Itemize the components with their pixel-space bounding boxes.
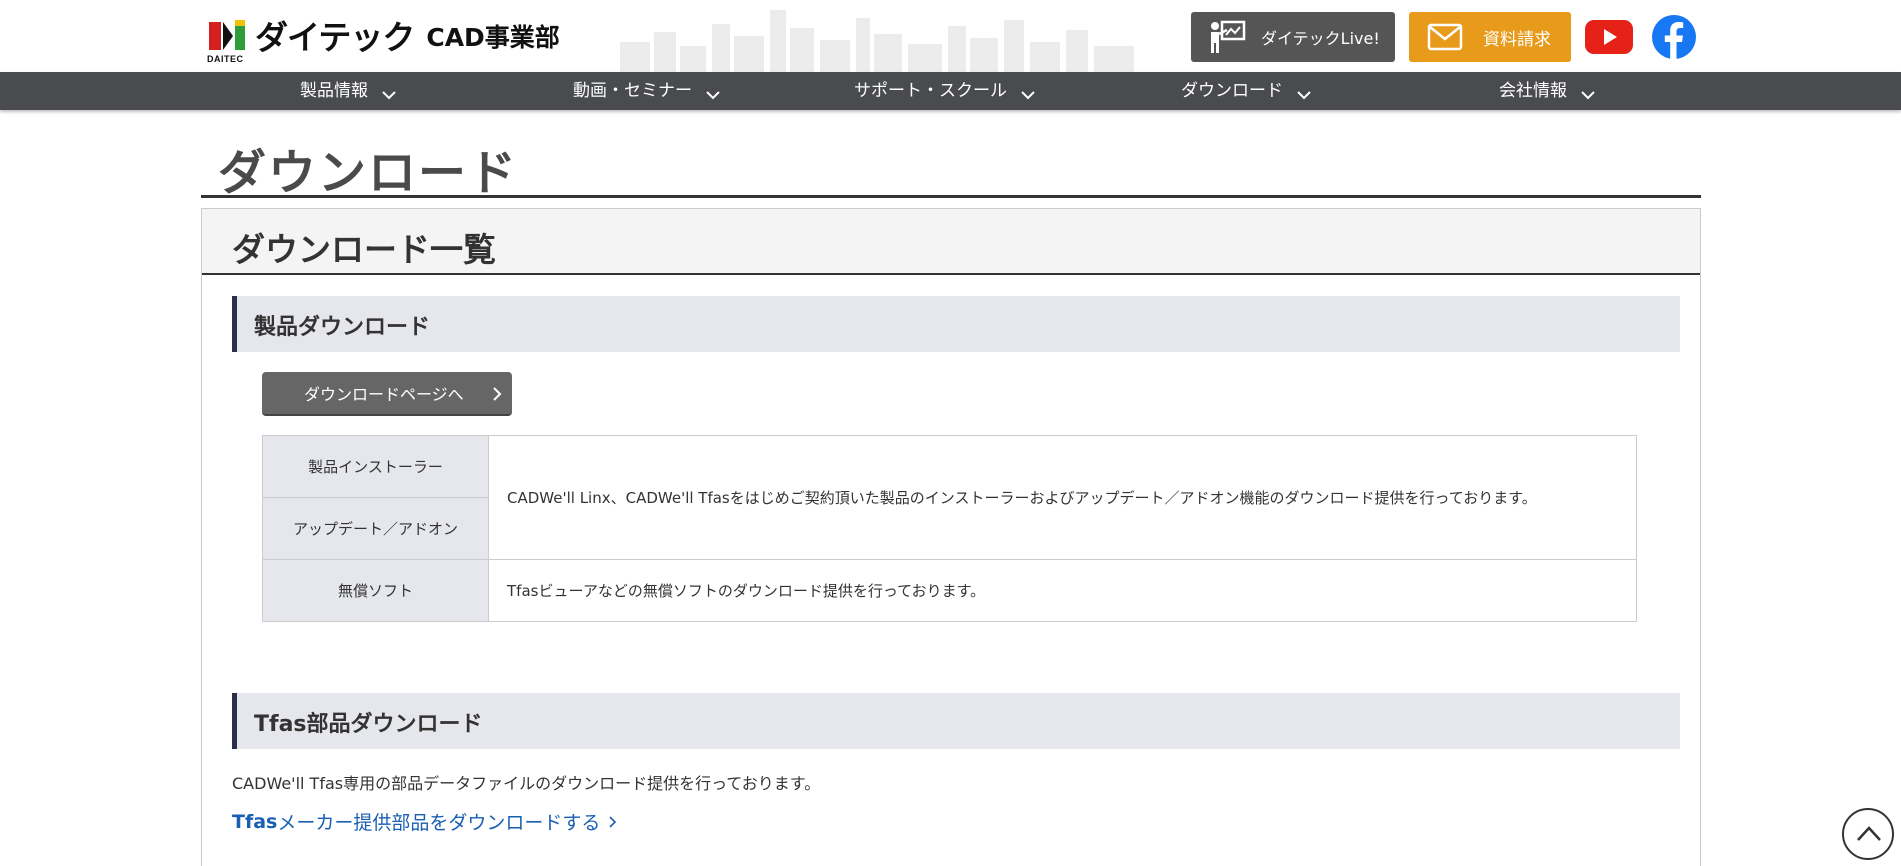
chevron-down-icon bbox=[382, 91, 396, 100]
daitec-logo-mark bbox=[209, 20, 245, 50]
chevron-up-icon bbox=[1857, 826, 1881, 841]
download-list-panel: ダウンロード一覧 製品ダウンロード ダウンロードページへ 製品インストーラー C… bbox=[201, 208, 1701, 866]
link-bold-text: Tfas bbox=[232, 810, 278, 833]
page-title: ダウンロード bbox=[218, 145, 519, 201]
request-documents-button[interactable]: 資料請求 bbox=[1409, 12, 1571, 62]
nav-item-label: 動画・セミナー bbox=[573, 81, 692, 101]
download-page-button[interactable]: ダウンロードページへ bbox=[262, 372, 512, 416]
presenter-icon bbox=[1211, 20, 1246, 53]
section-title: 製品ダウンロード bbox=[254, 315, 431, 340]
nav-item-label: 製品情報 bbox=[300, 81, 368, 101]
nav-item-label: ダウンロード bbox=[1181, 81, 1283, 101]
chevron-down-icon bbox=[1297, 91, 1311, 100]
back-to-top-button[interactable] bbox=[1842, 808, 1894, 860]
site-logo[interactable]: DAITEC ダイテック CAD事業部 bbox=[207, 18, 560, 64]
panel-title: ダウンロード一覧 bbox=[232, 230, 496, 269]
live-button-label: ダイテックLive! bbox=[1261, 29, 1380, 48]
chevron-down-icon bbox=[1021, 91, 1035, 100]
table-key-cell: 製品インストーラー bbox=[262, 435, 489, 498]
chevron-right-icon bbox=[609, 815, 617, 828]
table-key-cell: 無償ソフト bbox=[262, 559, 489, 622]
youtube-icon[interactable] bbox=[1585, 20, 1633, 54]
facebook-icon[interactable] bbox=[1652, 15, 1696, 59]
tfas-description: CADWe'll Tfas専用の部品データファイルのダウンロード提供を行っており… bbox=[232, 774, 821, 793]
nav-item-label: サポート・スクール bbox=[854, 81, 1007, 101]
product-download-table: 製品インストーラー CADWe'll Linx、CADWe'll Tfasをはじ… bbox=[262, 435, 1637, 622]
tfas-parts-download-link[interactable]: Tfas メーカー提供部品をダウンロードする bbox=[232, 808, 617, 835]
nav-item-company[interactable]: 会社情報 bbox=[1499, 72, 1595, 110]
section-heading-product-download: 製品ダウンロード bbox=[232, 296, 1680, 352]
chevron-down-icon bbox=[1581, 91, 1595, 100]
global-nav: 製品情報 動画・セミナー サポート・スクール ダウンロード 会社情報 bbox=[0, 72, 1901, 110]
download-page-button-label: ダウンロードページへ bbox=[304, 385, 464, 404]
table-value-cell: Tfasビューアなどの無償ソフトのダウンロード提供を行っております。 bbox=[488, 559, 1637, 622]
chevron-right-icon bbox=[493, 387, 502, 401]
site-header: DAITEC ダイテック CAD事業部 ダイテックLive! 資料請求 bbox=[0, 0, 1901, 72]
nav-item-videos-seminars[interactable]: 動画・セミナー bbox=[573, 72, 720, 110]
nav-item-label: 会社情報 bbox=[1499, 81, 1567, 101]
link-text: メーカー提供部品をダウンロードする bbox=[277, 812, 601, 834]
panel-header: ダウンロード一覧 bbox=[202, 209, 1700, 275]
nav-item-download[interactable]: ダウンロード bbox=[1181, 72, 1311, 110]
skyline-decoration bbox=[620, 10, 1134, 72]
table-row: 製品インストーラー CADWe'll Linx、CADWe'll Tfasをはじ… bbox=[262, 435, 1637, 560]
mail-icon bbox=[1427, 23, 1463, 51]
table-row: 無償ソフト Tfasビューアなどの無償ソフトのダウンロード提供を行っております。 bbox=[262, 559, 1637, 622]
logo-text: ダイテック bbox=[255, 18, 415, 57]
table-key-cell: アップデート／アドオン bbox=[262, 497, 489, 560]
title-divider bbox=[201, 195, 1701, 198]
section-title: Tfas部品ダウンロード bbox=[254, 712, 483, 737]
table-value-cell: CADWe'll Linx、CADWe'll Tfasをはじめご契約頂いた製品の… bbox=[488, 435, 1637, 560]
daitec-live-button[interactable]: ダイテックLive! bbox=[1191, 12, 1395, 62]
section-heading-tfas-parts: Tfas部品ダウンロード bbox=[232, 693, 1680, 749]
request-button-label: 資料請求 bbox=[1483, 29, 1551, 50]
nav-item-support-school[interactable]: サポート・スクール bbox=[854, 72, 1035, 110]
chevron-down-icon bbox=[706, 91, 720, 100]
logo-subtitle: CAD事業部 bbox=[426, 23, 560, 52]
logo-small-text: DAITEC bbox=[207, 54, 244, 64]
nav-item-products[interactable]: 製品情報 bbox=[300, 72, 396, 110]
